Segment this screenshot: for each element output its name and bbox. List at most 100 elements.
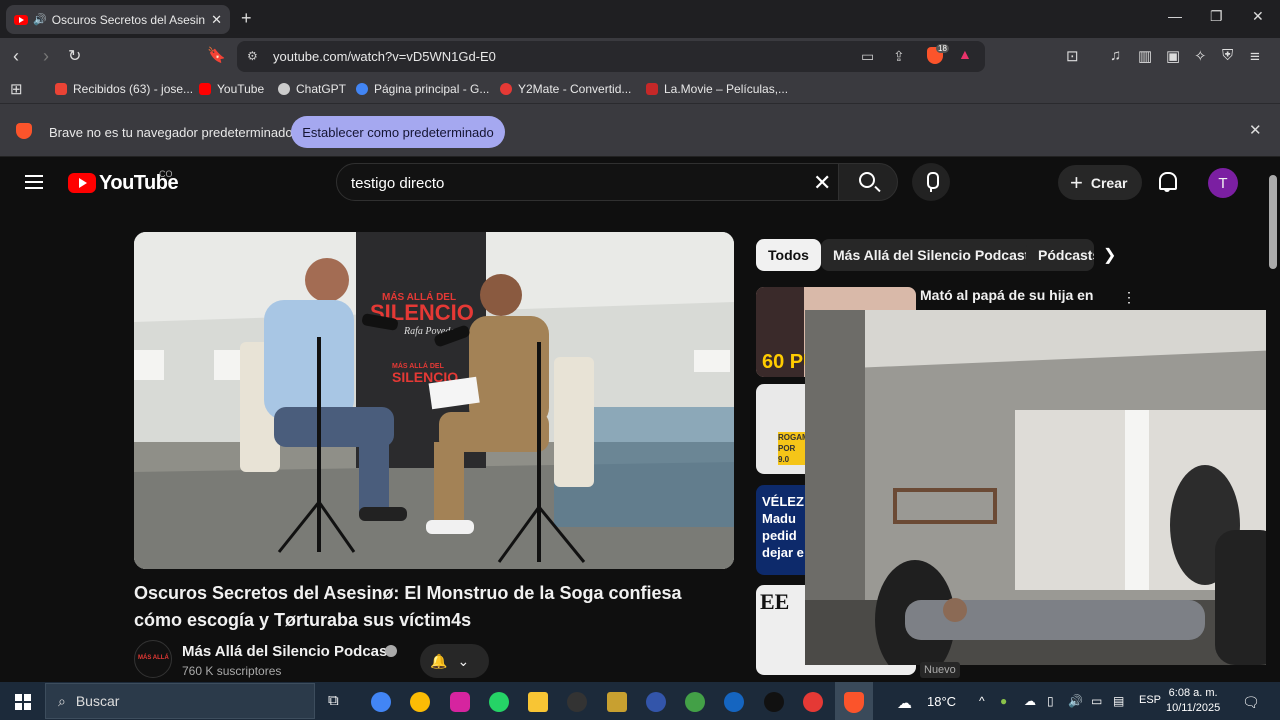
infobar-close-icon[interactable]: ✕: [1249, 121, 1262, 139]
reload-button[interactable]: ↻: [68, 46, 81, 66]
bookmark-y2mate[interactable]: Y2Mate - Convertid...: [500, 82, 631, 96]
camera-overlay[interactable]: [805, 310, 1280, 665]
infobar-message: Brave no es tu navegador predeterminado: [49, 125, 293, 140]
instagram-icon[interactable]: [450, 692, 470, 712]
more-options-icon[interactable]: ⋮: [1122, 289, 1136, 306]
create-button[interactable]: + Crear: [1058, 165, 1142, 200]
browser-tab[interactable]: 🔊 Oscuros Secretos del Asesin ✕: [6, 5, 230, 34]
tray-app-icon[interactable]: ●: [1000, 694, 1007, 708]
site-info-icon[interactable]: ⚙: [247, 49, 258, 63]
weather-cloud-icon[interactable]: ☁: [897, 694, 912, 712]
minimize-button[interactable]: —: [1168, 8, 1182, 24]
taskbar-search[interactable]: ⌕ Buscar: [45, 683, 315, 719]
battery-icon[interactable]: ▭: [1091, 694, 1102, 708]
page-scrollbar[interactable]: [1266, 157, 1280, 682]
network-icon[interactable]: ▤: [1113, 694, 1124, 708]
new-tab-button[interactable]: +: [241, 8, 252, 29]
cast-icon[interactable]: ▭: [861, 48, 874, 65]
sims-icon[interactable]: [685, 692, 705, 712]
brave-rewards-icon[interactable]: ▲: [958, 46, 972, 62]
recommendation-title[interactable]: Mató al papá de su hija en: [920, 287, 1093, 303]
sidebar-icon[interactable]: ▥: [1138, 47, 1152, 65]
voice-search-button[interactable]: [912, 163, 950, 201]
chevron-up-icon[interactable]: ^: [979, 694, 985, 708]
wallet-icon[interactable]: ▣: [1166, 47, 1180, 65]
back-button[interactable]: ‹: [13, 46, 19, 67]
youtube-logo-icon[interactable]: [68, 173, 96, 193]
url-text[interactable]: youtube.com/watch?v=vD5WN1Gd-E0: [273, 49, 496, 64]
chevron-right-icon[interactable]: ❯: [1103, 245, 1116, 265]
bookmark-lamovie[interactable]: La.Movie – Películas,...: [646, 82, 788, 96]
chip-channel[interactable]: Más Allá del Silencio Podcast: [821, 239, 1042, 271]
plus-icon: +: [1070, 169, 1083, 195]
chrome-icon[interactable]: [371, 692, 391, 712]
bookmark-google[interactable]: Página principal - G...: [356, 82, 489, 96]
search-input[interactable]: testigo directo: [351, 175, 444, 192]
maximize-button[interactable]: ❐: [1210, 8, 1223, 25]
close-window-button[interactable]: ✕: [1252, 8, 1264, 25]
file-explorer-icon[interactable]: [528, 692, 548, 712]
tab-strip: 🔊 Oscuros Secretos del Asesin ✕ + — ❐ ✕: [0, 0, 1280, 38]
brave-taskbar-icon[interactable]: [844, 692, 864, 713]
volume-icon[interactable]: 🔊: [1068, 694, 1083, 708]
search-box[interactable]: testigo directo ✕: [336, 163, 848, 201]
vpn-icon[interactable]: ⛨: [1222, 47, 1233, 64]
youtube-page: YouTube CO testigo directo ✕ + Crear T MÁ…: [0, 157, 1280, 682]
people-icon[interactable]: [724, 692, 744, 712]
set-default-button[interactable]: Establecer como predeterminado: [291, 116, 505, 148]
weather-temperature[interactable]: 18°C: [927, 694, 956, 709]
app-red-icon[interactable]: [803, 692, 823, 712]
apps-grid-icon[interactable]: ⊞: [10, 80, 23, 98]
leo-icon[interactable]: ⊡: [1066, 47, 1079, 65]
clear-search-icon[interactable]: ✕: [813, 170, 831, 196]
bell-icon: 🔔: [430, 652, 448, 669]
bookmark-icon[interactable]: 🔖: [207, 46, 226, 64]
device-icon[interactable]: ▯: [1047, 694, 1054, 708]
tab-title: Oscuros Secretos del Asesin: [51, 12, 206, 27]
chevron-down-icon: ⌄: [457, 652, 470, 669]
bookmark-youtube[interactable]: YouTube: [199, 82, 264, 96]
search-button[interactable]: [838, 163, 898, 201]
recorder-icon[interactable]: [567, 692, 587, 712]
bookmark-gmail[interactable]: Recibidos (63) - jose...: [55, 82, 193, 96]
chrome-profile-icon[interactable]: [410, 692, 430, 712]
subscribed-button[interactable]: 🔔 ⌄: [420, 644, 489, 678]
shields-count-badge: 18: [936, 44, 949, 53]
channel-avatar[interactable]: [134, 640, 172, 678]
close-tab-icon[interactable]: ✕: [211, 12, 222, 28]
video-title: Oscuros Secretos del Asesinø: El Monstru…: [134, 583, 682, 630]
default-browser-infobar: Brave no es tu navegador predeterminado …: [0, 104, 1280, 157]
browser-toolbar: ‹ › ↻ 🔖 ⚙ youtube.com/watch?v=vD5WN1Gd-E…: [0, 38, 1280, 76]
tiktok-icon[interactable]: [764, 692, 784, 712]
clock-time: 6:08 a. m.: [1168, 687, 1218, 699]
notification-center-icon[interactable]: 🗨: [1242, 694, 1260, 711]
whatsapp-icon[interactable]: [489, 692, 509, 712]
app-icon[interactable]: [646, 692, 666, 712]
clock-date: 10/11/2025: [1166, 702, 1221, 714]
share-icon[interactable]: ⇪: [893, 48, 905, 65]
camera-frame: [805, 310, 1280, 665]
channel-name[interactable]: Más Allá del Silencio Podcast: [182, 643, 392, 660]
menu-icon[interactable]: ≡: [1250, 47, 1260, 67]
account-avatar[interactable]: T: [1208, 168, 1238, 198]
language-indicator[interactable]: ESP: [1139, 694, 1161, 706]
media-icon[interactable]: ♫: [1110, 47, 1121, 64]
forward-button[interactable]: ›: [43, 46, 49, 67]
bookmark-chatgpt[interactable]: ChatGPT: [278, 82, 346, 96]
game-icon[interactable]: [607, 692, 627, 712]
system-clock[interactable]: 6:08 a. m. 10/11/2025: [1166, 686, 1220, 716]
ai-icon[interactable]: ✧: [1194, 47, 1207, 65]
video-player[interactable]: MÁS ALLÁ DEL SILENCIO Rafa Poveda MÁS AL…: [134, 232, 734, 569]
hamburger-menu-icon[interactable]: [25, 175, 43, 193]
scrollbar-thumb[interactable]: [1269, 175, 1277, 269]
chip-podcasts[interactable]: Pódcasts: [1026, 239, 1094, 271]
chip-todos[interactable]: Todos: [756, 239, 821, 271]
address-bar[interactable]: ⚙ youtube.com/watch?v=vD5WN1Gd-E0 ▭ ⇪ 18…: [237, 41, 985, 72]
task-view-icon[interactable]: ⧉: [328, 692, 348, 712]
google-icon: [356, 83, 368, 95]
onedrive-icon[interactable]: ☁: [1024, 694, 1036, 708]
windows-start-icon[interactable]: [15, 694, 31, 710]
notifications-bell-icon[interactable]: [1157, 170, 1177, 192]
speaker-icon[interactable]: 🔊: [33, 13, 47, 26]
chatgpt-icon: [278, 83, 290, 95]
